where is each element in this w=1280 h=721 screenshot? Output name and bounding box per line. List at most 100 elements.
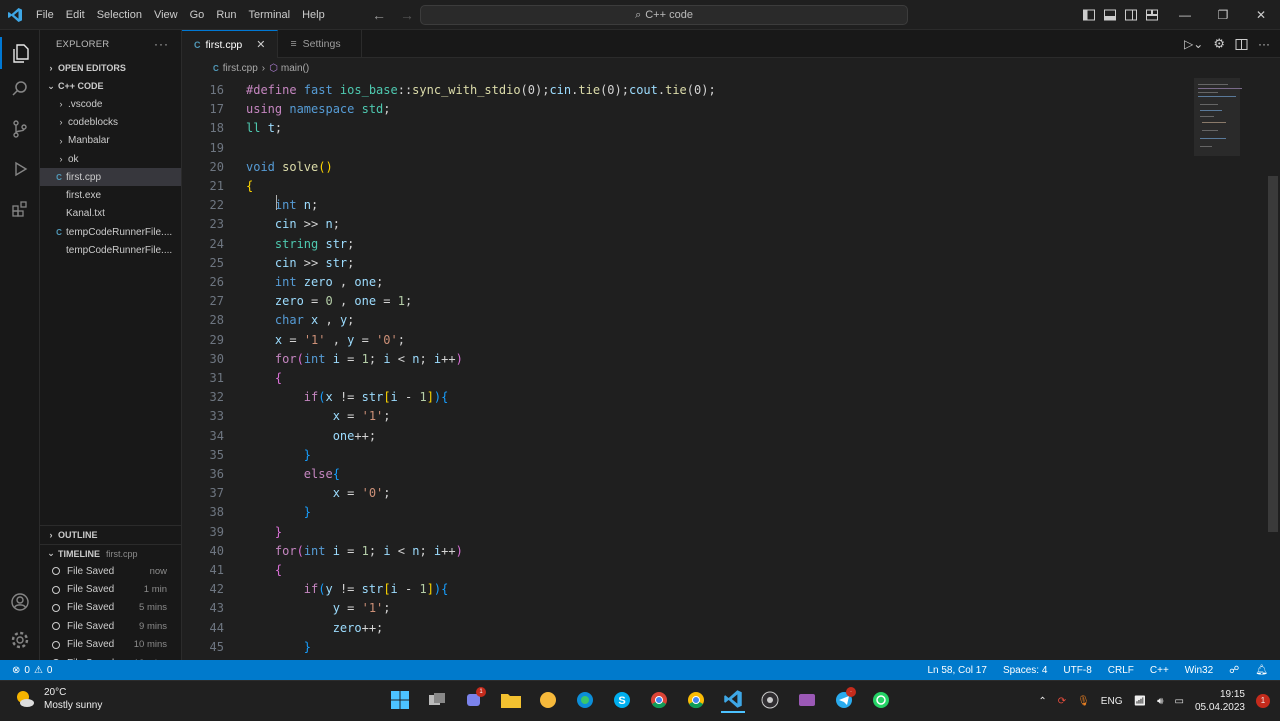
code-text: if(x != str[i - 1]){ [246, 388, 449, 407]
cursor-position[interactable]: Ln 58, Col 17 [927, 665, 987, 676]
tree-item[interactable]: CtempCodeRunnerFile.... [40, 223, 181, 241]
more-actions-icon[interactable]: ··· [154, 37, 169, 51]
chrome-alt-icon[interactable] [684, 687, 708, 713]
code-editor[interactable]: 16 #define fast ios_base::sync_with_stdio… [182, 78, 1280, 660]
editor-tab-bar: C first.cpp ✕ ≡ Settings [182, 30, 1280, 58]
open-editors-section[interactable]: › OPEN EDITORS [40, 59, 181, 77]
problems-indicator[interactable]: ⊗ 0 ⚠ 0 [0, 665, 52, 676]
timeline-item[interactable]: File Saved now [40, 562, 181, 580]
timeline-item[interactable]: File Saved 10 mins [40, 636, 181, 654]
language-mode[interactable]: C++ [1150, 665, 1169, 676]
tab-settings[interactable]: ≡ Settings [278, 30, 362, 58]
skype-icon[interactable]: S [610, 687, 634, 713]
close-window-icon[interactable]: ✕ [1242, 0, 1280, 30]
microphone-icon[interactable]: 🎙︎ [1077, 696, 1090, 707]
wifi-icon[interactable]: 📶︎ [1133, 696, 1146, 707]
forward-arrow-icon[interactable]: → [400, 7, 414, 23]
sync-icon[interactable]: ⟳ [1058, 696, 1066, 707]
customize-layout-icon[interactable] [1145, 8, 1159, 22]
whatsapp-icon[interactable] [869, 687, 893, 713]
timeline-section[interactable]: ⌄ TIMELINE first.cpp [40, 544, 181, 562]
code-token: } [246, 505, 312, 520]
toggle-panel-icon[interactable] [1103, 8, 1117, 22]
teams-chat-icon[interactable]: 1 [462, 687, 486, 713]
code-token: tie [578, 83, 601, 97]
vscode-taskbar-icon[interactable] [721, 687, 745, 713]
tree-item[interactable]: › .vscode [40, 95, 181, 113]
notifications-bell-icon[interactable]: 🔔︎ [1255, 665, 1268, 676]
minimize-icon[interactable]: — [1166, 0, 1204, 30]
explorer-icon[interactable] [0, 37, 40, 69]
encoding[interactable]: UTF-8 [1063, 665, 1091, 676]
run-debug-icon[interactable] [8, 157, 32, 181]
tree-item[interactable]: first.exe [40, 186, 181, 204]
manage-gear-icon[interactable] [8, 628, 32, 652]
clock[interactable]: 19:15 05.04.2023 [1195, 688, 1245, 714]
code-token: char [246, 313, 312, 328]
settings-file-icon: ≡ [290, 38, 297, 50]
menu-go[interactable]: Go [184, 0, 211, 30]
minimap-slider[interactable] [1194, 78, 1240, 156]
edge-canary-icon[interactable] [536, 687, 560, 713]
code-token: , [325, 313, 340, 328]
tree-item[interactable]: › codeblocks [40, 113, 181, 131]
task-view-icon[interactable] [425, 687, 449, 713]
telegram-icon[interactable]: · [832, 687, 856, 713]
minimap[interactable] [1192, 78, 1264, 660]
close-tab-icon[interactable]: ✕ [256, 38, 265, 51]
chevron-up-icon[interactable]: ⌃ [1038, 696, 1046, 707]
edge-browser-icon[interactable] [573, 687, 597, 713]
command-center[interactable]: ⌕ C++ code [420, 5, 908, 25]
toggle-primary-sidebar-icon[interactable] [1082, 8, 1096, 22]
account-icon[interactable] [8, 590, 32, 614]
battery-icon[interactable]: ▭ [1174, 696, 1183, 707]
source-control-icon[interactable] [8, 117, 32, 141]
run-code-icon[interactable]: ▷⌄ [1184, 37, 1203, 51]
code-line: 40 for(int i = 1; i < n; i++) [182, 542, 1192, 561]
tree-item[interactable]: Cfirst.cpp [40, 168, 181, 187]
windows-start-icon[interactable] [388, 687, 412, 713]
menu-run[interactable]: Run [210, 0, 242, 30]
menu-terminal[interactable]: Terminal [243, 0, 297, 30]
file-explorer-icon[interactable] [499, 687, 523, 713]
menu-selection[interactable]: Selection [91, 0, 148, 30]
workspace-section[interactable]: ⌄ C++ CODE [40, 77, 181, 95]
code-token: 1 [419, 390, 427, 405]
tree-item[interactable]: tempCodeRunnerFile.... [40, 241, 181, 259]
toggle-secondary-sidebar-icon[interactable] [1124, 8, 1138, 22]
breadcrumb-symbol[interactable]: main() [281, 63, 309, 74]
indentation[interactable]: Spaces: 4 [1003, 665, 1047, 676]
video-editor-icon[interactable] [795, 687, 819, 713]
menu-edit[interactable]: Edit [60, 0, 91, 30]
input-language[interactable]: ENG [1101, 696, 1123, 707]
vertical-scrollbar[interactable] [1268, 176, 1278, 532]
tab-first-cpp[interactable]: C first.cpp ✕ [182, 30, 279, 58]
timeline-item[interactable]: File Saved 1 min [40, 580, 181, 598]
search-activity-icon[interactable] [8, 77, 32, 101]
back-arrow-icon[interactable]: ← [372, 7, 386, 23]
more-editor-actions-icon[interactable]: ··· [1258, 37, 1270, 51]
obs-icon[interactable] [758, 687, 782, 713]
weather-widget[interactable]: 20°C Mostly sunny [14, 686, 102, 712]
split-editor-icon[interactable] [1235, 38, 1248, 51]
notification-count-badge[interactable]: 1 [1256, 694, 1270, 708]
menu-file[interactable]: File [30, 0, 60, 30]
maximize-icon[interactable]: ❐ [1204, 0, 1242, 30]
timeline-item[interactable]: File Saved 9 mins [40, 617, 181, 635]
tree-item[interactable]: Kanal.txt [40, 205, 181, 223]
end-of-line[interactable]: CRLF [1108, 665, 1134, 676]
menu-help[interactable]: Help [296, 0, 331, 30]
menu-view[interactable]: View [148, 0, 184, 30]
feedback-icon[interactable]: ☍ [1229, 665, 1239, 676]
outline-section[interactable]: › OUTLINE [40, 526, 98, 544]
volume-icon[interactable]: 🔊︎ [1157, 696, 1163, 707]
tree-item[interactable]: › Manbalar [40, 132, 181, 150]
extensions-icon[interactable] [8, 197, 32, 221]
tree-item[interactable]: › ok [40, 150, 181, 168]
breadcrumb-file[interactable]: first.cpp [223, 63, 258, 74]
chrome-icon[interactable] [647, 687, 671, 713]
settings-gear-icon[interactable]: ⚙ [1213, 36, 1225, 52]
platform[interactable]: Win32 [1185, 665, 1213, 676]
tree-item-label: tempCodeRunnerFile.... [66, 245, 173, 257]
timeline-item[interactable]: File Saved 5 mins [40, 599, 181, 617]
